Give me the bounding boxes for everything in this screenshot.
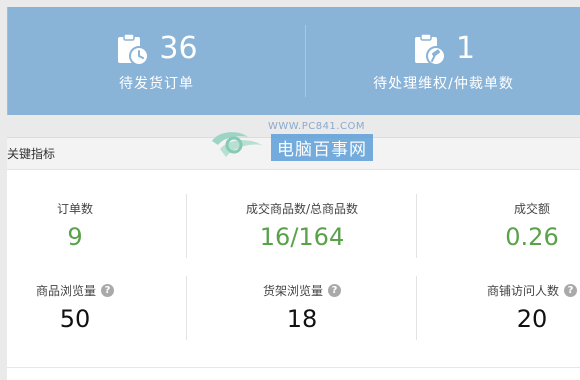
metric-revenue: 成交额 0.26	[477, 198, 580, 251]
watermark-name: 电脑百事网	[271, 134, 373, 161]
metrics-divider	[416, 276, 417, 340]
metric-shelf-views: 货架浏览量 ? 18	[207, 280, 397, 333]
clipboard-clock-icon	[115, 32, 150, 66]
pending-shipment-stat[interactable]: 36 待发货订单	[8, 7, 305, 115]
metric-revenue-label: 成交额	[513, 202, 550, 216]
metric-product-views-value: 50	[59, 305, 91, 333]
metric-orders-value: 9	[67, 223, 83, 251]
key-metrics-title: 关键指标	[7, 147, 56, 161]
metric-orders-label: 订单数	[56, 202, 93, 216]
metrics-divider	[416, 194, 417, 258]
key-metrics-card: 关键指标 订单数 9 成交商品数/总商品数 16/164 成交额 0.26 商品…	[7, 137, 580, 380]
metric-product-views: 商品浏览量 ? 50	[15, 280, 135, 333]
metric-shop-visitors-value: 20	[516, 305, 548, 333]
metric-sold-items: 成交商品数/总商品数 16/164	[207, 198, 397, 251]
help-icon[interactable]: ?	[328, 284, 341, 297]
dashboard-page: 36 待发货订单 1 待处理维权/仲裁单数 关键指标 订单数 9 成交商品数/总…	[0, 0, 580, 380]
metric-revenue-value: 0.26	[505, 223, 559, 251]
metric-product-views-label: 商品浏览量	[35, 284, 96, 298]
pending-shipment-count: 36	[159, 31, 198, 66]
site-watermark: WWW.PC841.COM 电脑百事网	[208, 121, 386, 161]
metric-shop-visitors-label: 商铺访问人数	[486, 284, 559, 298]
metric-orders: 订单数 9	[15, 198, 135, 251]
metrics-divider	[186, 194, 187, 258]
metric-sold-items-label: 成交商品数/总商品数	[245, 202, 359, 216]
clipboard-gavel-icon	[412, 32, 446, 66]
summary-banner: 36 待发货订单 1 待处理维权/仲裁单数	[7, 7, 580, 115]
pending-shipment-label: 待发货订单	[119, 76, 194, 92]
metric-shelf-views-value: 18	[286, 305, 318, 333]
metric-shop-visitors: 商铺访问人数 ? 20	[477, 280, 580, 333]
watermark-logo-icon	[208, 127, 268, 165]
pending-dispute-label: 待处理维权/仲裁单数	[373, 76, 514, 92]
pending-dispute-stat[interactable]: 1 待处理维权/仲裁单数	[306, 7, 580, 115]
metric-sold-items-value: 16/164	[259, 223, 345, 251]
help-icon[interactable]: ?	[101, 284, 114, 297]
metrics-divider	[186, 276, 187, 340]
help-icon[interactable]: ?	[564, 284, 577, 297]
card-footer-line	[7, 367, 580, 368]
watermark-url: WWW.PC841.COM	[268, 121, 365, 132]
pending-dispute-count: 1	[455, 31, 476, 66]
metric-shelf-views-label: 货架浏览量	[262, 284, 323, 298]
